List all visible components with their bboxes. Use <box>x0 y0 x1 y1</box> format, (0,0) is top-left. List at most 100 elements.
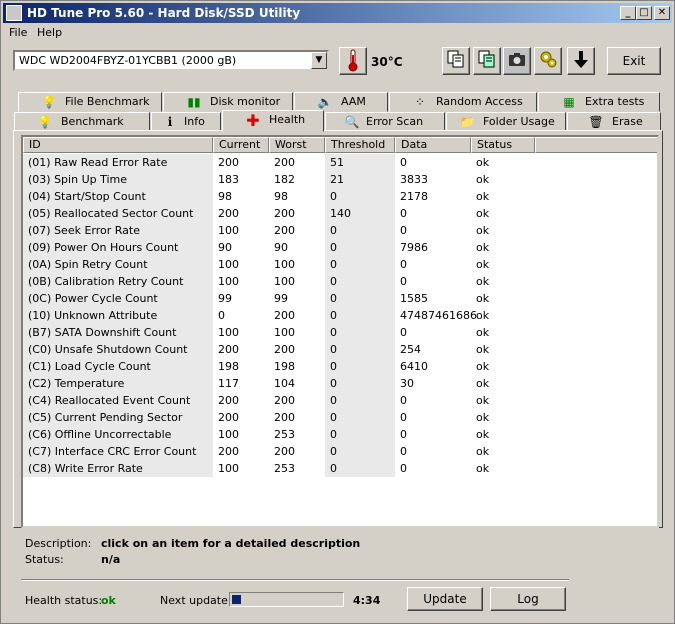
title-bar[interactable]: HD Tune Pro 5.60 - Hard Disk/SSD Utility… <box>3 3 672 23</box>
cell-id: (B7) SATA Downshift Count <box>23 324 213 341</box>
table-row[interactable]: (0A) Spin Retry Count 100 100 0 0 ok <box>23 256 657 273</box>
cell-worst: 200 <box>274 445 295 458</box>
app-window: HD Tune Pro 5.60 - Hard Disk/SSD Utility… <box>0 0 675 624</box>
column-header-current[interactable]: Current <box>213 137 269 153</box>
cell-worst: 253 <box>274 428 295 441</box>
log-button[interactable]: Log <box>490 587 566 611</box>
tab-disk-monitor[interactable]: ▮▮ Disk monitor <box>163 92 293 112</box>
camera-icon <box>509 53 525 66</box>
copy-all-button[interactable] <box>473 47 501 75</box>
cell-threshold: 0 <box>325 324 395 341</box>
drive-select-value: WDC WD2004FBYZ-01YCBB1 (2000 gB) <box>19 54 237 67</box>
cell-worst: 253 <box>274 462 295 475</box>
info-icon: i <box>167 115 173 129</box>
copy-text-button[interactable] <box>442 47 470 75</box>
cell-data: 0 <box>400 156 407 169</box>
table-row[interactable]: (01) Raw Read Error Rate 200 200 51 0 ok <box>23 154 657 171</box>
cell-id: (C8) Write Error Rate <box>23 460 213 477</box>
table-row[interactable]: (04) Start/Stop Count 98 98 0 2178 ok <box>23 188 657 205</box>
temperature-readout: 30°C <box>371 55 403 69</box>
cell-worst: 200 <box>274 224 295 237</box>
tab-extra-tests[interactable]: ▦ Extra tests <box>538 92 660 112</box>
cell-status: ok <box>476 224 490 237</box>
cell-data: 7986 <box>400 241 428 254</box>
smart-attribute-list[interactable]: ID Current Worst Threshold Data Status (… <box>21 135 659 528</box>
speaker-icon: 🔈 <box>317 95 333 109</box>
close-button[interactable]: ✕ <box>654 6 670 20</box>
cell-data: 0 <box>400 394 407 407</box>
cell-threshold: 0 <box>325 307 395 324</box>
table-row[interactable]: (07) Seek Error Rate 100 200 0 0 ok <box>23 222 657 239</box>
options-button[interactable] <box>534 47 562 75</box>
cell-threshold: 0 <box>325 392 395 409</box>
menu-help[interactable]: Help <box>37 26 62 39</box>
column-header-threshold[interactable]: Threshold <box>325 137 395 153</box>
cell-worst: 100 <box>274 275 295 288</box>
tab-info[interactable]: i Info <box>151 112 221 132</box>
table-row[interactable]: (C7) Interface CRC Error Count 200 200 0 0 ok <box>23 443 657 460</box>
cell-data: 30 <box>400 377 414 390</box>
cell-current: 100 <box>218 326 239 339</box>
table-row[interactable]: (0B) Calibration Retry Count 100 100 0 0 ok <box>23 273 657 290</box>
chevron-down-icon[interactable]: ▼ <box>311 52 327 69</box>
table-row[interactable]: (10) Unknown Attribute 0 200 0 47487461686 ok <box>23 307 657 324</box>
cell-worst: 100 <box>274 326 295 339</box>
cell-threshold: 0 <box>325 443 395 460</box>
cell-worst: 182 <box>274 173 295 186</box>
cell-threshold: 0 <box>325 273 395 290</box>
table-row[interactable]: (C5) Current Pending Sector 200 200 0 0 ok <box>23 409 657 426</box>
table-row[interactable]: (0C) Power Cycle Count 99 99 0 1585 ok <box>23 290 657 307</box>
cell-id: (C6) Offline Uncorrectable <box>23 426 213 443</box>
lightbulb-icon: 💡 <box>37 115 53 129</box>
column-header-data[interactable]: Data <box>395 137 471 153</box>
drive-select[interactable]: WDC WD2004FBYZ-01YCBB1 (2000 gB) ▼ <box>13 50 329 71</box>
column-header-id[interactable]: ID <box>23 137 213 153</box>
column-header-worst[interactable]: Worst <box>269 137 325 153</box>
cell-threshold: 0 <box>325 222 395 239</box>
tab-benchmark[interactable]: 💡 Benchmark <box>14 112 150 132</box>
cell-id: (09) Power On Hours Count <box>23 239 213 256</box>
maximize-button[interactable]: □ <box>636 6 652 20</box>
table-row[interactable]: (09) Power On Hours Count 90 90 0 7986 ok <box>23 239 657 256</box>
minimize-button[interactable]: _ <box>620 6 636 20</box>
menu-file[interactable]: File <box>9 26 27 39</box>
tab-folder-usage[interactable]: 📁 Folder Usage <box>446 112 566 132</box>
update-button[interactable]: Update <box>407 587 483 611</box>
copy-icon <box>447 50 464 68</box>
folder-icon: 📁 <box>459 115 475 129</box>
tab-file-benchmark[interactable]: 💡 File Benchmark <box>18 92 162 112</box>
tab-random-access[interactable]: ⁘ Random Access <box>389 92 537 112</box>
save-button[interactable] <box>567 47 595 75</box>
description-label: Description: <box>25 537 92 550</box>
temperature-button[interactable] <box>339 47 367 75</box>
exit-button[interactable]: Exit <box>607 47 661 75</box>
app-icon <box>6 5 22 21</box>
cell-id: (C1) Load Cycle Count <box>23 358 213 375</box>
table-row[interactable]: (03) Spin Up Time 183 182 21 3833 ok <box>23 171 657 188</box>
arrow-down-icon <box>574 51 588 68</box>
table-row[interactable]: (B7) SATA Downshift Count 100 100 0 0 ok <box>23 324 657 341</box>
cell-current: 200 <box>218 394 239 407</box>
cell-data: 6410 <box>400 360 428 373</box>
table-row[interactable]: (C8) Write Error Rate 100 253 0 0 ok <box>23 460 657 477</box>
cell-worst: 98 <box>274 190 288 203</box>
tab-error-scan[interactable]: 🔍 Error Scan <box>325 112 445 132</box>
tab-erase[interactable]: 🗑 Erase <box>567 112 661 132</box>
table-row[interactable]: (C0) Unsafe Shutdown Count 200 200 0 254 ok <box>23 341 657 358</box>
cell-threshold: 0 <box>325 256 395 273</box>
cell-data: 0 <box>400 445 407 458</box>
tab-aam[interactable]: 🔈 AAM <box>294 92 388 112</box>
column-header-status[interactable]: Status <box>471 137 535 153</box>
table-row[interactable]: (C4) Reallocated Event Count 200 200 0 0 ok <box>23 392 657 409</box>
copy-all-icon <box>478 50 495 68</box>
table-row[interactable]: (C1) Load Cycle Count 198 198 0 6410 ok <box>23 358 657 375</box>
cell-threshold: 0 <box>325 290 395 307</box>
table-row[interactable]: (C6) Offline Uncorrectable 100 253 0 0 ok <box>23 426 657 443</box>
screenshot-button[interactable] <box>503 47 531 75</box>
cell-id: (05) Reallocated Sector Count <box>23 205 213 222</box>
table-row[interactable]: (05) Reallocated Sector Count 200 200 140 0 o… <box>23 205 657 222</box>
table-row[interactable]: (C2) Temperature 117 104 0 30 ok <box>23 375 657 392</box>
cell-threshold: 0 <box>325 341 395 358</box>
tab-health[interactable]: ✚ Health <box>222 110 324 132</box>
cell-worst: 200 <box>274 156 295 169</box>
